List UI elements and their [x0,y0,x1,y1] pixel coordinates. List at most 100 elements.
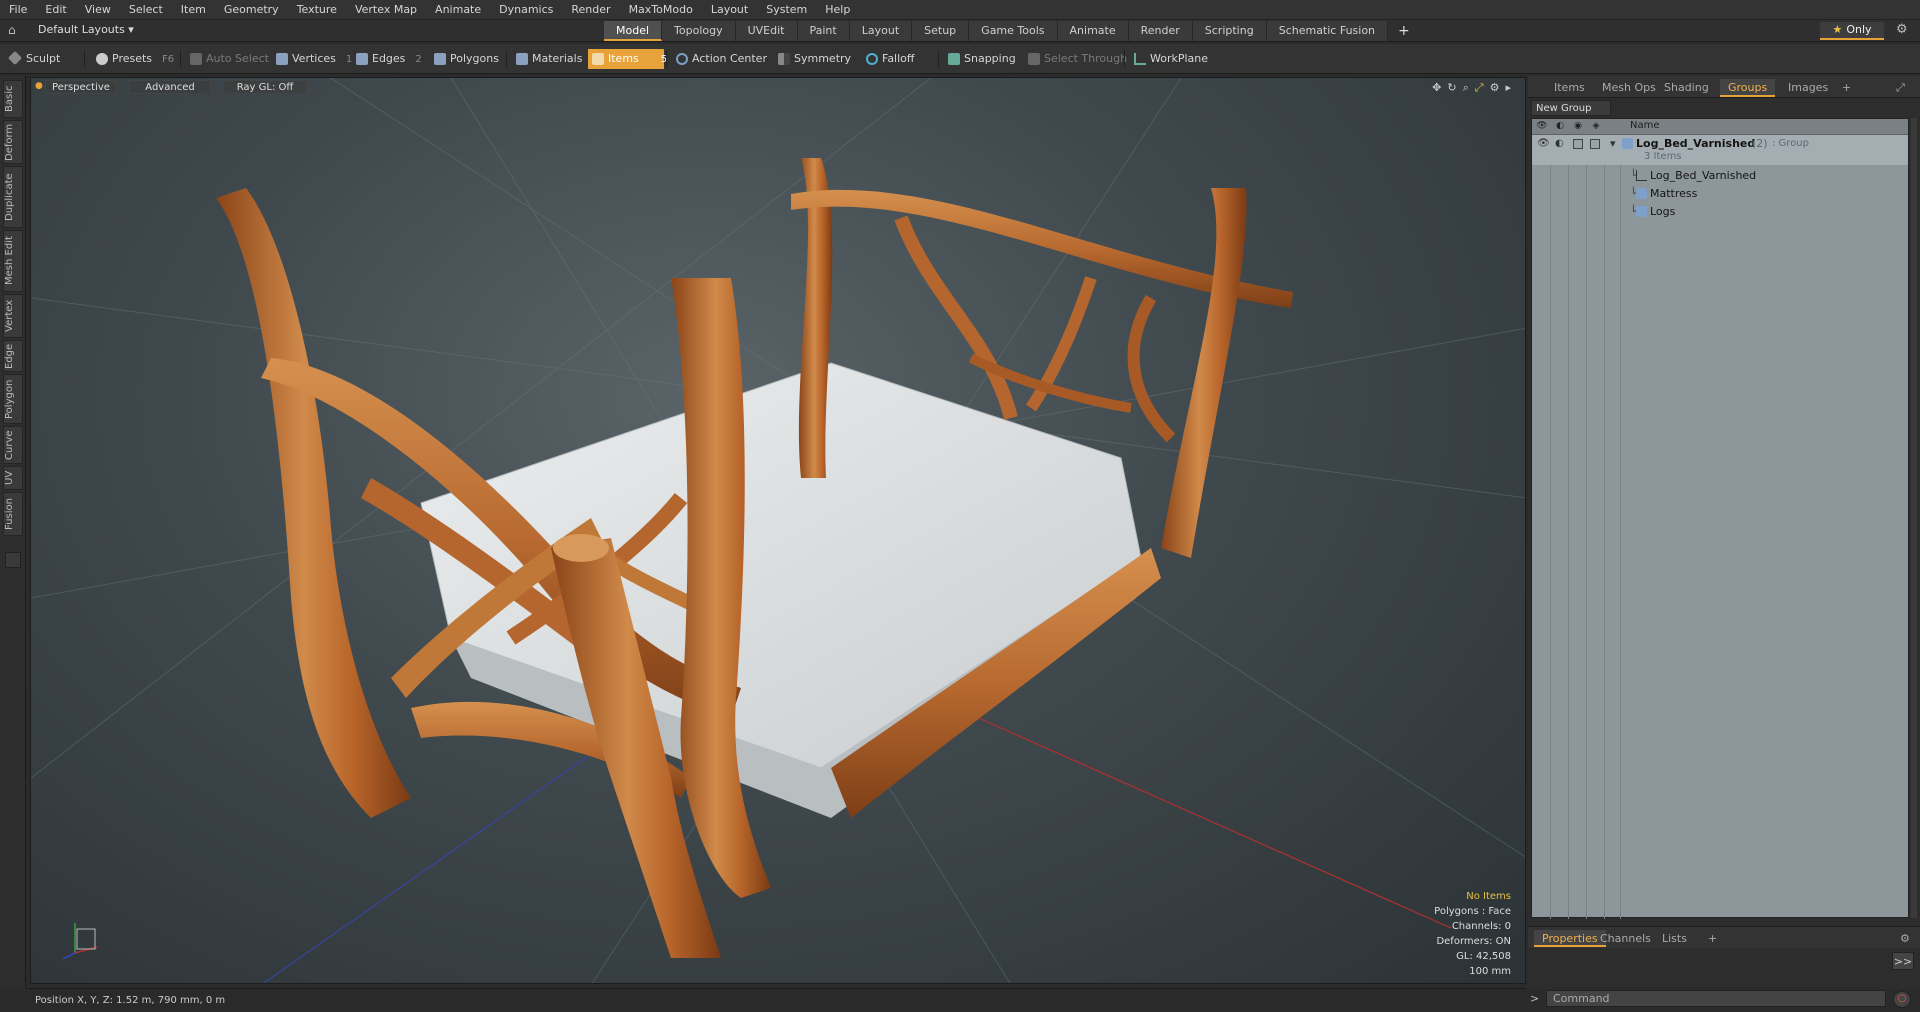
render-header-icon[interactable]: ◐ [1554,121,1566,133]
panel-expand-icon[interactable]: ⤢ [1888,79,1913,97]
presets-button[interactable]: Presets F6 [92,49,180,69]
list-item[interactable]: └ Logs [1532,203,1908,221]
tab-schematic-fusion[interactable]: Schematic Fusion [1266,21,1389,41]
tool-tab-fusion[interactable]: Fusion [3,492,23,536]
menu-item-system[interactable]: System [757,0,816,20]
tool-strip-toggle-button[interactable] [5,552,21,568]
expand-button[interactable]: >> [1892,952,1914,970]
tool-tab-curve[interactable]: Curve [3,426,23,464]
menu-item-render[interactable]: Render [562,0,619,20]
select-checkbox[interactable] [1590,139,1600,149]
viewport-menu-icon[interactable]: ● [35,81,43,91]
name-column-header[interactable]: Name [1630,120,1660,131]
right-panel: Items Mesh Ops Shading Groups Images + ⤢ New G… [1528,76,1920,988]
add-tab-button[interactable]: + [1388,21,1420,42]
tool-tab-basic[interactable]: Basic [3,80,23,118]
perspective-button[interactable]: Perspective [45,80,117,94]
command-input[interactable]: Command [1546,990,1886,1007]
add-properties-tab-button[interactable]: + [1700,930,1725,947]
advanced-button[interactable]: Advanced [129,80,211,94]
menu-item-layout[interactable]: Layout [702,0,757,20]
vertices-button[interactable]: Vertices 1 [272,49,358,69]
menu-item-item[interactable]: Item [172,0,215,20]
tab-topology[interactable]: Topology [662,21,736,41]
lock-checkbox[interactable] [1573,139,1583,149]
auto-select-button[interactable]: Auto Select [186,49,275,69]
fit-view-icon[interactable]: ⤢ [1475,81,1484,95]
auto-select-icon [190,53,202,65]
tab-render[interactable]: Render [1128,21,1193,41]
menu-item-geometry[interactable]: Geometry [215,0,288,20]
viewport-settings-icon[interactable]: ⚙ [1490,81,1500,95]
materials-button[interactable]: Materials [512,49,588,69]
panel-tab-mesh-ops[interactable]: Mesh Ops [1594,79,1664,97]
tool-tab-edge[interactable]: Edge [3,340,23,372]
tool-tab-mesh-edit[interactable]: Mesh Edit [3,230,23,292]
menu-item-maxtomodo[interactable]: MaxToModo [620,0,702,20]
tab-game-tools[interactable]: Game Tools [969,21,1058,41]
3d-viewport[interactable]: ● Perspective Advanced Ray GL: Off ✥ ↻ ⌕… [30,77,1526,984]
move-view-icon[interactable]: ✥ [1432,81,1441,95]
tab-model[interactable]: Model [604,21,663,41]
tool-tab-deform[interactable]: Deform [3,120,23,164]
tab-paint[interactable]: Paint [797,21,850,41]
falloff-button[interactable]: Falloff [862,49,920,69]
command-arrow-icon[interactable]: > [1530,992,1539,1005]
menu-item-view[interactable]: View [76,0,120,20]
groups-scrollbar[interactable] [1911,118,1917,918]
gear-icon[interactable]: ⚙ [1896,22,1908,37]
menu-item-edit[interactable]: Edit [36,0,75,20]
properties-tab-channels[interactable]: Channels [1592,930,1659,947]
add-panel-tab-button[interactable]: + [1834,79,1859,97]
panel-tab-items[interactable]: Items [1546,79,1593,97]
select-through-button[interactable]: Select Through [1024,49,1133,69]
polygons-button[interactable]: Polygons [430,49,505,69]
collapse-arrow-icon[interactable]: ▾ [1610,137,1616,150]
tool-tab-vertex[interactable]: Vertex [3,294,23,338]
symmetry-button[interactable]: Symmetry [774,49,857,69]
workplane-button[interactable]: WorkPlane [1130,49,1214,69]
menu-item-vertex-map[interactable]: Vertex Map [346,0,426,20]
panel-tab-groups[interactable]: Groups [1720,79,1776,97]
properties-settings-icon[interactable]: ⚙ [1892,930,1918,947]
visibility-header-icon[interactable]: 👁 [1536,121,1548,133]
layouts-dropdown[interactable]: Default Layouts ▾ [38,23,134,36]
zoom-view-icon[interactable]: ⌕ [1463,81,1469,95]
group-row[interactable]: 👁 ◐ ▾ Log_Bed_Varnished (2) : Group 3 It… [1532,135,1908,165]
only-toggle[interactable]: ★ Only [1820,22,1884,40]
raygl-button[interactable]: Ray GL: Off [223,80,307,94]
lock-header-icon[interactable]: ◉ [1572,121,1584,133]
tab-animate[interactable]: Animate [1057,21,1129,41]
menu-item-dynamics[interactable]: Dynamics [490,0,562,20]
menu-item-select[interactable]: Select [120,0,172,20]
new-group-button[interactable]: New Group [1531,100,1611,116]
tool-tab-duplicate[interactable]: Duplicate [3,166,23,228]
menu-item-file[interactable]: File [0,0,36,20]
tab-uvedit[interactable]: UVEdit [735,21,798,41]
tool-tab-polygon[interactable]: Polygon [3,374,23,424]
panel-tab-shading[interactable]: Shading [1656,79,1717,97]
select-header-icon[interactable]: ◈ [1590,121,1602,133]
menu-item-animate[interactable]: Animate [426,0,490,20]
list-item[interactable]: └ Mattress [1532,185,1908,203]
tab-layout[interactable]: Layout [849,21,913,41]
viewport-expand-icon[interactable]: ▸ [1505,81,1511,95]
panel-tab-images[interactable]: Images [1780,79,1836,97]
tool-tab-uv[interactable]: UV [3,466,23,490]
properties-tab-lists[interactable]: Lists [1654,930,1695,947]
render-toggle-icon[interactable]: ◐ [1555,138,1564,149]
action-center-button[interactable]: Action Center [672,49,773,69]
tab-scripting[interactable]: Scripting [1192,21,1267,41]
edges-button[interactable]: Edges 2 [352,49,428,69]
snapping-button[interactable]: Snapping [944,49,1022,69]
tab-setup[interactable]: Setup [912,21,970,41]
items-button[interactable]: Items 5 [588,49,667,69]
menu-item-help[interactable]: Help [816,0,859,20]
home-icon[interactable]: ⌂ [8,23,22,37]
visibility-eye-icon[interactable]: 👁 [1537,138,1550,149]
list-item[interactable]: └ Log_Bed_Varnished [1532,167,1908,185]
menu-item-texture[interactable]: Texture [288,0,346,20]
command-run-icon[interactable]: ○ [1893,991,1911,1008]
rotate-view-icon[interactable]: ↻ [1447,81,1456,95]
sculpt-button[interactable]: Sculpt [6,49,66,69]
